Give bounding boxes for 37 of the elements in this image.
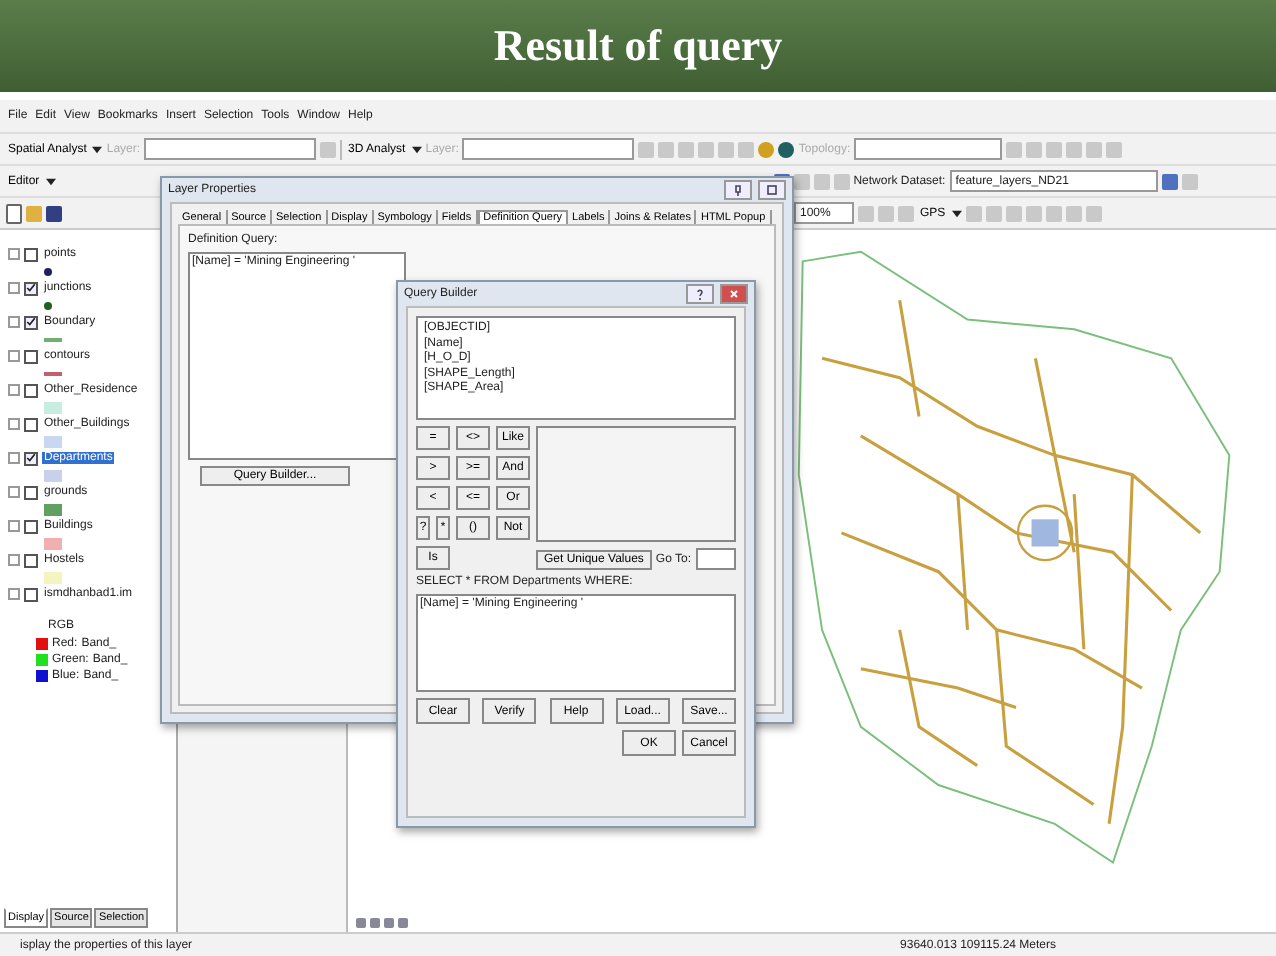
layer-checkbox[interactable] — [24, 315, 38, 329]
caret-icon — [411, 145, 422, 153]
layer-dropdown[interactable] — [144, 138, 317, 160]
layer-checkbox[interactable] — [24, 553, 38, 567]
layer-checkbox[interactable] — [24, 485, 38, 499]
unique-values-list[interactable] — [536, 426, 736, 542]
expand-icon[interactable] — [8, 316, 20, 328]
layer-checkbox[interactable] — [24, 383, 38, 397]
expand-icon[interactable] — [8, 248, 20, 260]
expand-icon[interactable] — [8, 282, 20, 294]
layer-checkbox[interactable] — [24, 587, 38, 601]
slide-title: Result of query — [493, 20, 783, 72]
expand-icon[interactable] — [8, 554, 20, 566]
caret-icon — [951, 209, 962, 217]
layer-checkbox[interactable] — [24, 281, 38, 295]
expand-icon[interactable] — [8, 486, 20, 498]
expand-icon[interactable] — [8, 384, 20, 396]
caret-icon — [92, 145, 103, 153]
restore-icon[interactable] — [758, 180, 786, 200]
topology-dropdown[interactable] — [854, 138, 1003, 160]
go-to-field[interactable] — [695, 548, 736, 570]
expand-icon[interactable] — [8, 418, 20, 430]
expand-icon[interactable] — [8, 350, 20, 362]
layer-checkbox[interactable] — [24, 519, 38, 533]
pin-icon[interactable] — [724, 180, 752, 200]
layer-checkbox[interactable] — [24, 451, 38, 465]
layer-checkbox[interactable] — [24, 349, 38, 363]
layer-checkbox[interactable] — [24, 417, 38, 431]
help-icon[interactable] — [686, 284, 714, 304]
caret-icon — [45, 177, 56, 185]
layer-dropdown[interactable] — [462, 138, 635, 160]
expand-icon[interactable] — [8, 588, 20, 600]
expand-icon[interactable] — [8, 520, 20, 532]
expand-icon[interactable] — [8, 452, 20, 464]
close-icon[interactable] — [720, 284, 748, 304]
new-document-icon[interactable] — [6, 203, 22, 223]
layer-checkbox[interactable] — [24, 247, 38, 261]
